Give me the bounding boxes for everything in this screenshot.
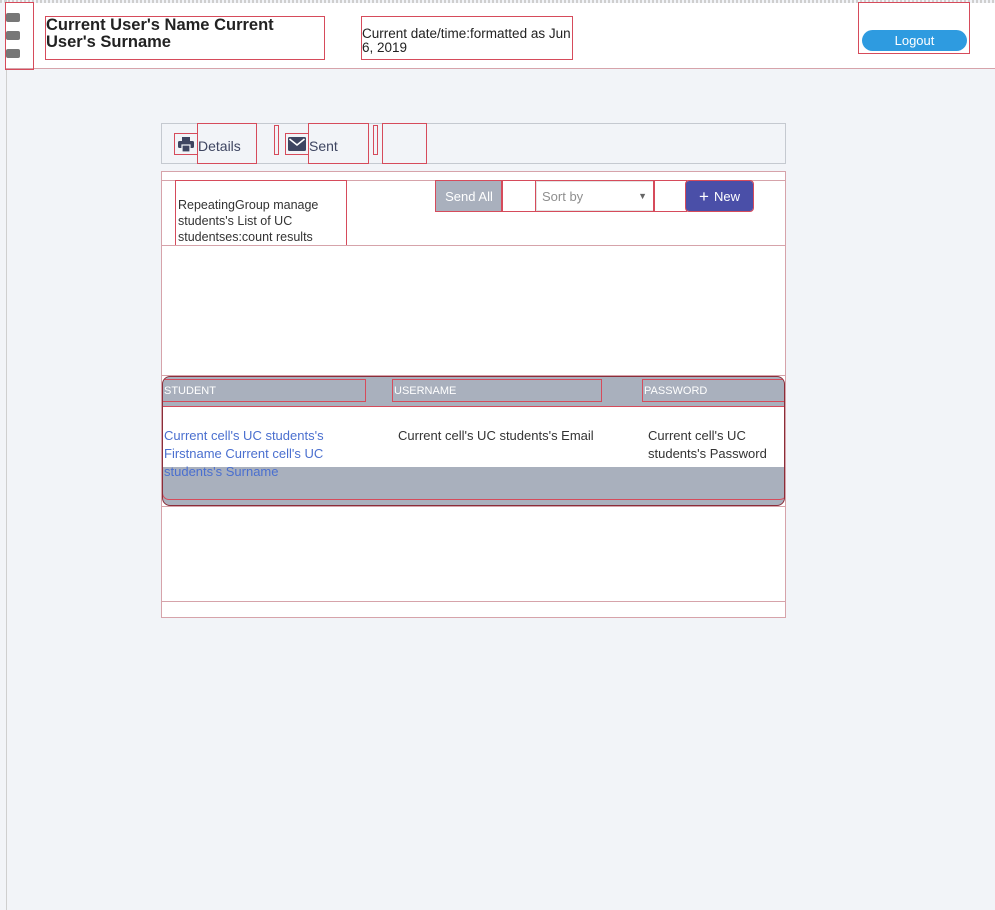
plus-icon: + xyxy=(699,186,709,206)
dropdown-arrow-icon: ▼ xyxy=(638,191,647,201)
menu-icon xyxy=(6,31,20,40)
tab-sent[interactable]: Sent xyxy=(308,123,369,164)
panel-divider xyxy=(162,245,785,246)
tab-bar: Details Sent xyxy=(161,123,786,164)
toolbar-spacer xyxy=(653,180,687,212)
tab-empty-slot xyxy=(382,123,427,164)
datetime-text: Current date/time:formatted as Jun 6, 20… xyxy=(362,26,571,55)
menu-icon xyxy=(6,13,20,22)
send-all-button[interactable]: Send All xyxy=(435,180,503,212)
envelope-icon[interactable] xyxy=(285,133,309,155)
toolbar-spacer xyxy=(501,180,537,212)
user-name: Current User's Name Current User's Surna… xyxy=(45,16,325,60)
panel-divider xyxy=(162,601,785,602)
header-bar: Current User's Name Current User's Surna… xyxy=(5,2,995,70)
column-header-username[interactable]: USERNAME xyxy=(392,379,602,402)
logout-container: Logout xyxy=(858,2,970,54)
tab-divider xyxy=(373,125,378,155)
printer-icon[interactable] xyxy=(174,133,198,155)
menu-icon xyxy=(6,49,20,58)
panel-divider xyxy=(162,506,785,507)
column-header-student[interactable]: STUDENT xyxy=(163,379,366,402)
sort-by-dropdown[interactable]: Sort by ▼ xyxy=(535,180,655,212)
tab-details[interactable]: Details xyxy=(197,123,257,164)
menu-button[interactable] xyxy=(5,2,34,70)
tab-sent-label: Sent xyxy=(309,138,338,154)
new-button-label: New xyxy=(713,188,740,204)
left-rule xyxy=(6,0,7,910)
students-table: STUDENT USERNAME PASSWORD Current cell's… xyxy=(162,376,785,506)
sort-by-placeholder: Sort by xyxy=(542,188,584,204)
results-count: RepeatingGroup manage students's List of… xyxy=(175,180,347,246)
row-outline xyxy=(163,406,784,500)
logout-button[interactable]: Logout xyxy=(862,30,967,51)
tab-details-label: Details xyxy=(198,138,241,154)
tab-divider xyxy=(274,125,279,155)
column-header-password[interactable]: PASSWORD xyxy=(642,379,784,402)
current-datetime: Current date/time:formatted as Jun 6, 20… xyxy=(361,16,573,60)
new-button[interactable]: + New xyxy=(685,180,754,212)
